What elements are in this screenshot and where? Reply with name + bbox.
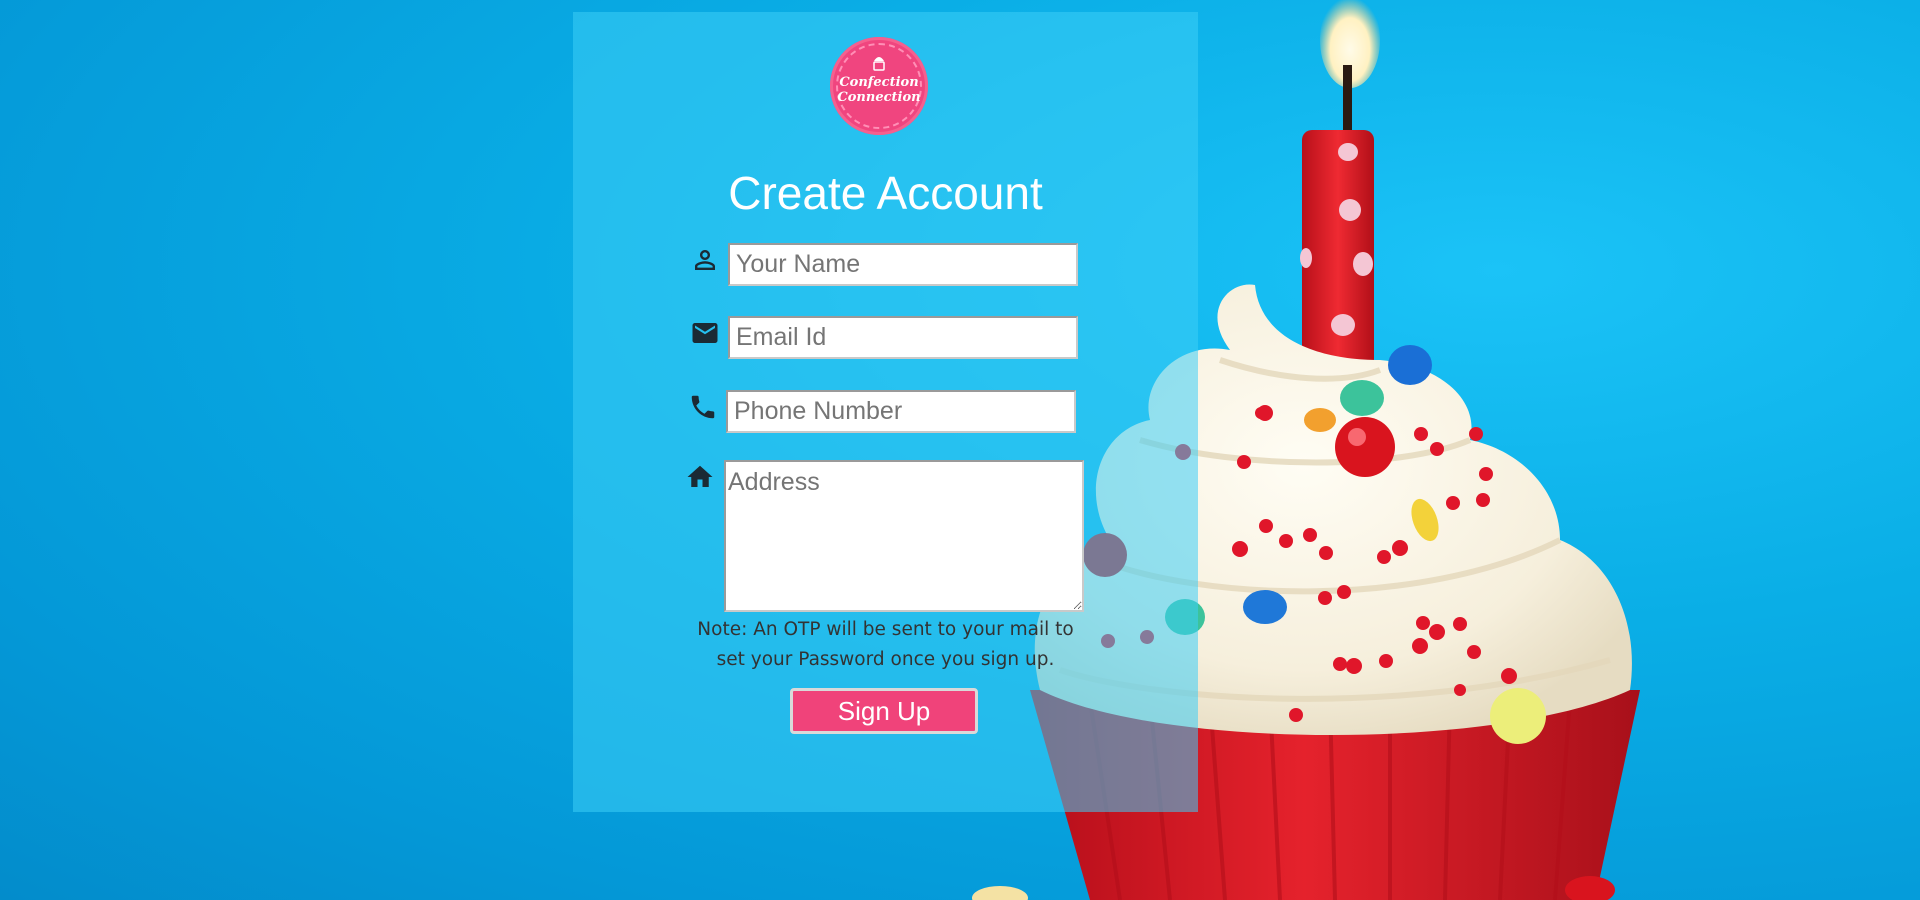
otp-note: Note: An OTP will be sent to your mail t…: [573, 615, 1198, 675]
person-icon: [695, 250, 715, 270]
phone-input[interactable]: [726, 390, 1076, 433]
page-title: Create Account: [728, 167, 1043, 219]
cupcake-icon: [873, 57, 885, 71]
otp-note-line-2: set your Password once you sign up.: [716, 649, 1055, 670]
brand-logo: Confection Connection: [830, 37, 928, 135]
name-input[interactable]: [728, 243, 1078, 286]
address-textarea[interactable]: [724, 460, 1084, 612]
mail-icon: [692, 323, 718, 343]
sign-up-button[interactable]: Sign Up: [790, 688, 978, 734]
home-icon: [687, 465, 713, 487]
phone-icon: [691, 395, 715, 419]
brand-name: Confection Connection: [837, 75, 921, 105]
otp-note-line-1: Note: An OTP will be sent to your mail t…: [697, 619, 1074, 640]
email-input[interactable]: [728, 316, 1078, 359]
